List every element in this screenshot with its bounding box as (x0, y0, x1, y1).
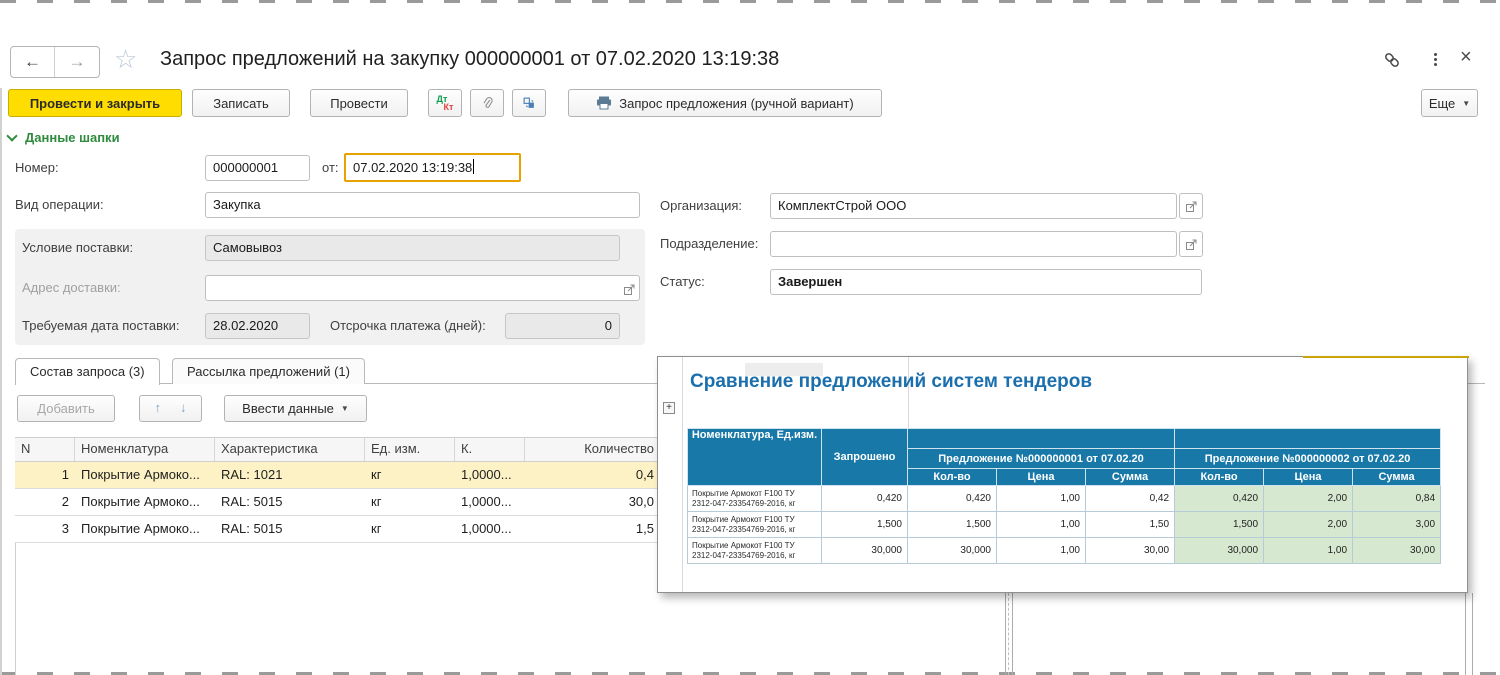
comparison-header-spacer (908, 429, 1175, 449)
date-field[interactable]: 07.02.2020 13:19:38 (344, 153, 521, 182)
comparison-header-spacer (1175, 429, 1441, 449)
background-window-dashed-line (1008, 593, 1009, 675)
comparison-header-qty[interactable]: Кол-во (1175, 469, 1264, 486)
dtkt-button[interactable]: Дт Кт (428, 89, 462, 117)
operation-label: Вид операции: (15, 192, 104, 218)
dtkt-icon: Дт Кт (437, 95, 454, 111)
deferral-field[interactable]: 0 (505, 313, 620, 339)
expand-group-button[interactable]: + (663, 402, 675, 414)
attachments-button[interactable] (470, 89, 504, 117)
post-and-close-button[interactable]: Провести и закрыть (8, 89, 182, 117)
comparison-header-sum[interactable]: Сумма (1353, 469, 1441, 486)
related-documents-icon (523, 95, 535, 111)
active-window-top-border (1303, 356, 1469, 358)
forward-arrow-icon: → (69, 52, 86, 72)
background-window-line (1012, 593, 1013, 675)
page-title: Запрос предложений на закупку 000000001 … (160, 48, 779, 71)
department-open-button[interactable] (1179, 231, 1203, 257)
nav-buttons: ← → (10, 46, 100, 78)
comparison-header-nomenclature[interactable]: Номенклатура, Ед.изм. (688, 429, 822, 486)
column-header-characteristic: Характеристика (215, 438, 365, 461)
background-window-line (1472, 593, 1473, 675)
comparison-header-requested[interactable]: Запрошено (822, 429, 908, 486)
column-header-unit: Ед. изм. (365, 438, 455, 461)
more-button[interactable]: Еще ▼ (1421, 89, 1478, 117)
deferral-label: Отсрочка платежа (дней): (330, 313, 486, 339)
delivery-condition-label: Условие поставки: (22, 235, 133, 261)
move-up-button[interactable]: → (139, 395, 171, 422)
comparison-header-price[interactable]: Цена (1264, 469, 1353, 486)
items-table-header: N Номенклатура Характеристика Ед. изм. К… (15, 437, 660, 462)
comparison-table: Номенклатура, Ед.изм. Запрошено Предложе… (687, 428, 1441, 564)
delivery-address-label: Адрес доставки: (22, 275, 121, 301)
window-left-edge (0, 88, 2, 675)
table-row[interactable]: 2 Покрытие Армоко... RAL: 5015 кг 1,0000… (15, 489, 660, 516)
background-window-line (1005, 593, 1006, 675)
header-data-section-toggle[interactable]: Данные шапки (8, 130, 120, 145)
comparison-title: Сравнение предложений систем тендеров (690, 371, 1092, 393)
organization-label: Организация: (660, 193, 742, 219)
arrow-down-icon: → (178, 402, 193, 415)
operation-field[interactable]: Закупка (205, 192, 640, 218)
back-button[interactable]: ← (11, 47, 55, 77)
open-icon[interactable] (623, 280, 636, 301)
background-window-line (1465, 593, 1466, 675)
spreadsheet-gutter-line (682, 357, 683, 592)
department-label: Подразделение: (660, 231, 758, 257)
table-row[interactable]: 3 Покрытие Армоко... RAL: 5015 кг 1,0000… (15, 516, 660, 543)
status-label: Статус: (660, 269, 705, 295)
comparison-row[interactable]: Покрытие Армокот F100 ТУ 2312-047-233547… (688, 486, 1441, 512)
comparison-header-offer1[interactable]: Предложение №000000001 от 07.02.20 (908, 449, 1175, 469)
comparison-header-price[interactable]: Цена (997, 469, 1086, 486)
forward-button[interactable]: → (55, 47, 99, 77)
move-down-button[interactable]: → (170, 395, 202, 422)
status-field[interactable]: Завершен (770, 269, 1202, 295)
save-button[interactable]: Записать (192, 89, 290, 117)
column-header-k: К. (455, 438, 525, 461)
chevron-down-icon: ▼ (1462, 99, 1470, 108)
chevron-down-icon (6, 130, 17, 141)
delivery-address-field[interactable] (205, 275, 640, 301)
required-date-field[interactable]: 28.02.2020 (205, 313, 310, 339)
add-button[interactable]: Добавить (17, 395, 115, 422)
organization-field[interactable]: КомплектСтрой ООО (770, 193, 1177, 219)
column-header-n: N (15, 438, 75, 461)
comparison-window: + Сравнение предложений систем тендеров … (657, 356, 1468, 593)
link-icon[interactable] (1382, 50, 1402, 70)
back-arrow-icon: ← (24, 52, 41, 72)
print-request-button[interactable]: Запрос предложения (ручной вариант) (568, 89, 882, 117)
tab-request-items[interactable]: Состав запроса (3) (15, 358, 160, 385)
structure-button[interactable] (512, 89, 546, 117)
kebab-menu-icon[interactable] (1428, 50, 1442, 68)
tab-mailing[interactable]: Рассылка предложений (1) (172, 358, 365, 384)
close-icon[interactable]: × (1460, 46, 1472, 69)
post-button[interactable]: Провести (310, 89, 408, 117)
column-header-quantity: Количество (525, 438, 660, 461)
department-field[interactable] (770, 231, 1177, 257)
comparison-header-sum[interactable]: Сумма (1086, 469, 1175, 486)
organization-open-button[interactable] (1179, 193, 1203, 219)
app-window: ← → ☆ Запрос предложений на закупку 0000… (0, 0, 1500, 675)
number-label: Номер: (15, 155, 59, 181)
enter-data-button[interactable]: Ввести данные ▼ (224, 395, 367, 422)
comparison-row[interactable]: Покрытие Армокот F100 ТУ 2312-047-233547… (688, 538, 1441, 564)
favorite-star-icon[interactable]: ☆ (114, 44, 137, 74)
comparison-header-qty[interactable]: Кол-во (908, 469, 997, 486)
open-icon (1185, 200, 1198, 213)
required-date-label: Требуемая дата поставки: (22, 313, 180, 339)
chevron-down-icon: ▼ (341, 404, 349, 413)
number-field[interactable]: 000000001 (205, 155, 310, 181)
crop-mark-top (0, 0, 1500, 3)
printer-icon (596, 96, 612, 110)
arrow-up-icon: → (148, 402, 163, 415)
open-icon (1185, 238, 1198, 251)
comparison-row[interactable]: Покрытие Армокот F100 ТУ 2312-047-233547… (688, 512, 1441, 538)
table-row[interactable]: 1 Покрытие Армоко... RAL: 1021 кг 1,0000… (15, 462, 660, 489)
delivery-condition-field[interactable]: Самовывоз (205, 235, 620, 261)
column-header-nomenclature: Номенклатура (75, 438, 215, 461)
paperclip-icon (481, 95, 493, 111)
date-label: от: (322, 155, 339, 181)
comparison-header-offer2[interactable]: Предложение №000000002 от 07.02.20 (1175, 449, 1441, 469)
text-cursor (473, 159, 474, 174)
